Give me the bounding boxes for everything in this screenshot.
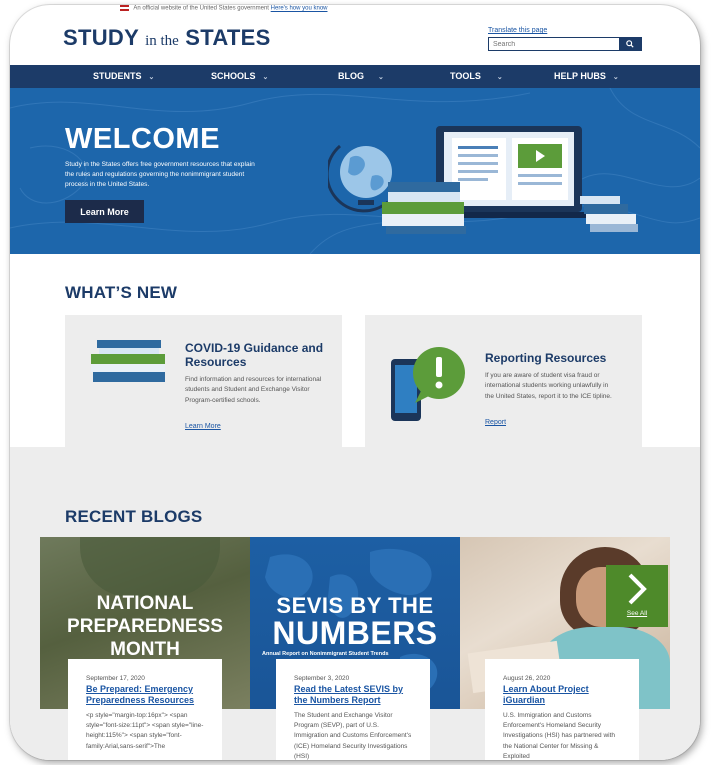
logo-study: STUDY [63,25,139,50]
news-card-reporting: Reporting Resources If you are aware of … [365,315,642,457]
see-all-label: See All [626,610,648,617]
blog-date: September 3, 2020 [294,675,350,682]
books-stack-icon [382,182,466,234]
site-logo[interactable]: STUDY in the STATES [63,25,271,51]
see-all-button[interactable]: See All [606,565,668,627]
blog-date: September 17, 2020 [86,675,145,682]
card-title[interactable]: Reporting Resources [485,351,635,365]
main-nav: STUDENTS ⌄ SCHOOLS ⌄ BLOG ⌄ TOOLS ⌄ HELP HUB… [10,65,700,88]
globe-icon [328,144,392,213]
phone-alert-icon [391,347,465,421]
nav-item-tools[interactable]: TOOLS ⌄ [450,71,503,81]
image-subtext: Annual Report on Nonimmigrant Student Tr… [262,651,389,657]
image-text: NUMBERS [272,615,438,651]
learn-more-button[interactable]: Learn More [65,200,144,223]
chevron-down-icon: ⌄ [148,74,155,81]
image-text: PREPAREDNESS [67,616,223,637]
chevron-down-icon: ⌄ [378,74,384,81]
logo-states: STATES [185,25,271,50]
books-stack-icon [580,196,638,232]
blog-title-link[interactable]: Read the Latest SEVIS by the Numbers Rep… [294,684,412,706]
nav-label: SCHOOLS [211,71,256,81]
us-flag-icon [120,5,129,11]
learn-more-link[interactable]: Learn More [185,423,221,430]
nav-label: HELP HUBS [554,71,606,81]
nav-label: STUDENTS [93,71,142,81]
browser-page: An official website of the United States… [10,5,700,760]
blog-excerpt: U.S. Immigration and Customs Enforcement… [503,711,615,760]
image-text: NATIONAL [96,593,194,614]
magnifier-icon [626,40,634,48]
blog-excerpt: <p style="margin-top:16px"> <span style=… [86,711,204,750]
nav-item-students[interactable]: STUDENTS ⌄ [93,71,154,81]
hero-illustration [328,126,638,234]
nav-item-help-hubs[interactable]: HELP HUBS ⌄ [554,71,619,81]
logo-in-the: in the [145,33,179,49]
nav-item-schools[interactable]: SCHOOLS ⌄ [211,71,268,81]
blog-title-link[interactable]: Be Prepared: Emergency Preparedness Reso… [86,684,204,706]
hero-title: WELCOME [65,123,220,155]
nav-label: TOOLS [450,71,481,81]
recent-blogs-title: RECENT BLOGS [65,507,203,526]
blog-card: August 26, 2020 Learn About Project iGua… [485,659,639,760]
search-form [488,37,642,51]
image-text: MONTH [110,639,180,660]
nav-item-blog[interactable]: BLOG ⌄ [338,71,384,81]
chevron-down-icon: ⌄ [496,74,503,81]
chevron-down-icon: ⌄ [612,74,619,81]
hero-text: Study in the States offers free governme… [65,161,255,188]
chevron-right-icon [628,573,647,605]
chevron-down-icon: ⌄ [262,74,269,81]
blog-excerpt: The Student and Exchange Visitor Program… [294,711,412,760]
translate-link[interactable]: Translate this page [488,27,547,34]
photo-shape [80,537,220,597]
search-input[interactable] [489,38,619,50]
card-text: Find information and resources for inter… [185,376,322,404]
report-link[interactable]: Report [485,419,506,426]
nav-label: BLOG [338,71,364,81]
news-card-covid: COVID-19 Guidance and Resources Find inf… [65,315,342,457]
blog-title-link[interactable]: Learn About Project iGuardian [503,684,621,706]
whats-new-title: WHAT’S NEW [65,283,178,302]
books-icon [91,340,165,382]
card-text: If you are aware of student visa fraud o… [485,372,612,400]
hero-banner: WELCOME Study in the States offers free … [10,88,700,254]
gov-banner-text: An official website of the United States… [133,5,269,12]
blog-card: September 17, 2020 Be Prepared: Emergenc… [68,659,222,760]
card-title[interactable]: COVID-19 Guidance and Resources [185,341,325,370]
blog-date: August 26, 2020 [503,675,551,682]
search-button[interactable] [619,38,641,50]
blog-card: September 3, 2020 Read the Latest SEVIS … [276,659,430,760]
gov-banner: An official website of the United States… [120,5,328,12]
gov-banner-link[interactable]: Here's how you know [271,6,328,12]
